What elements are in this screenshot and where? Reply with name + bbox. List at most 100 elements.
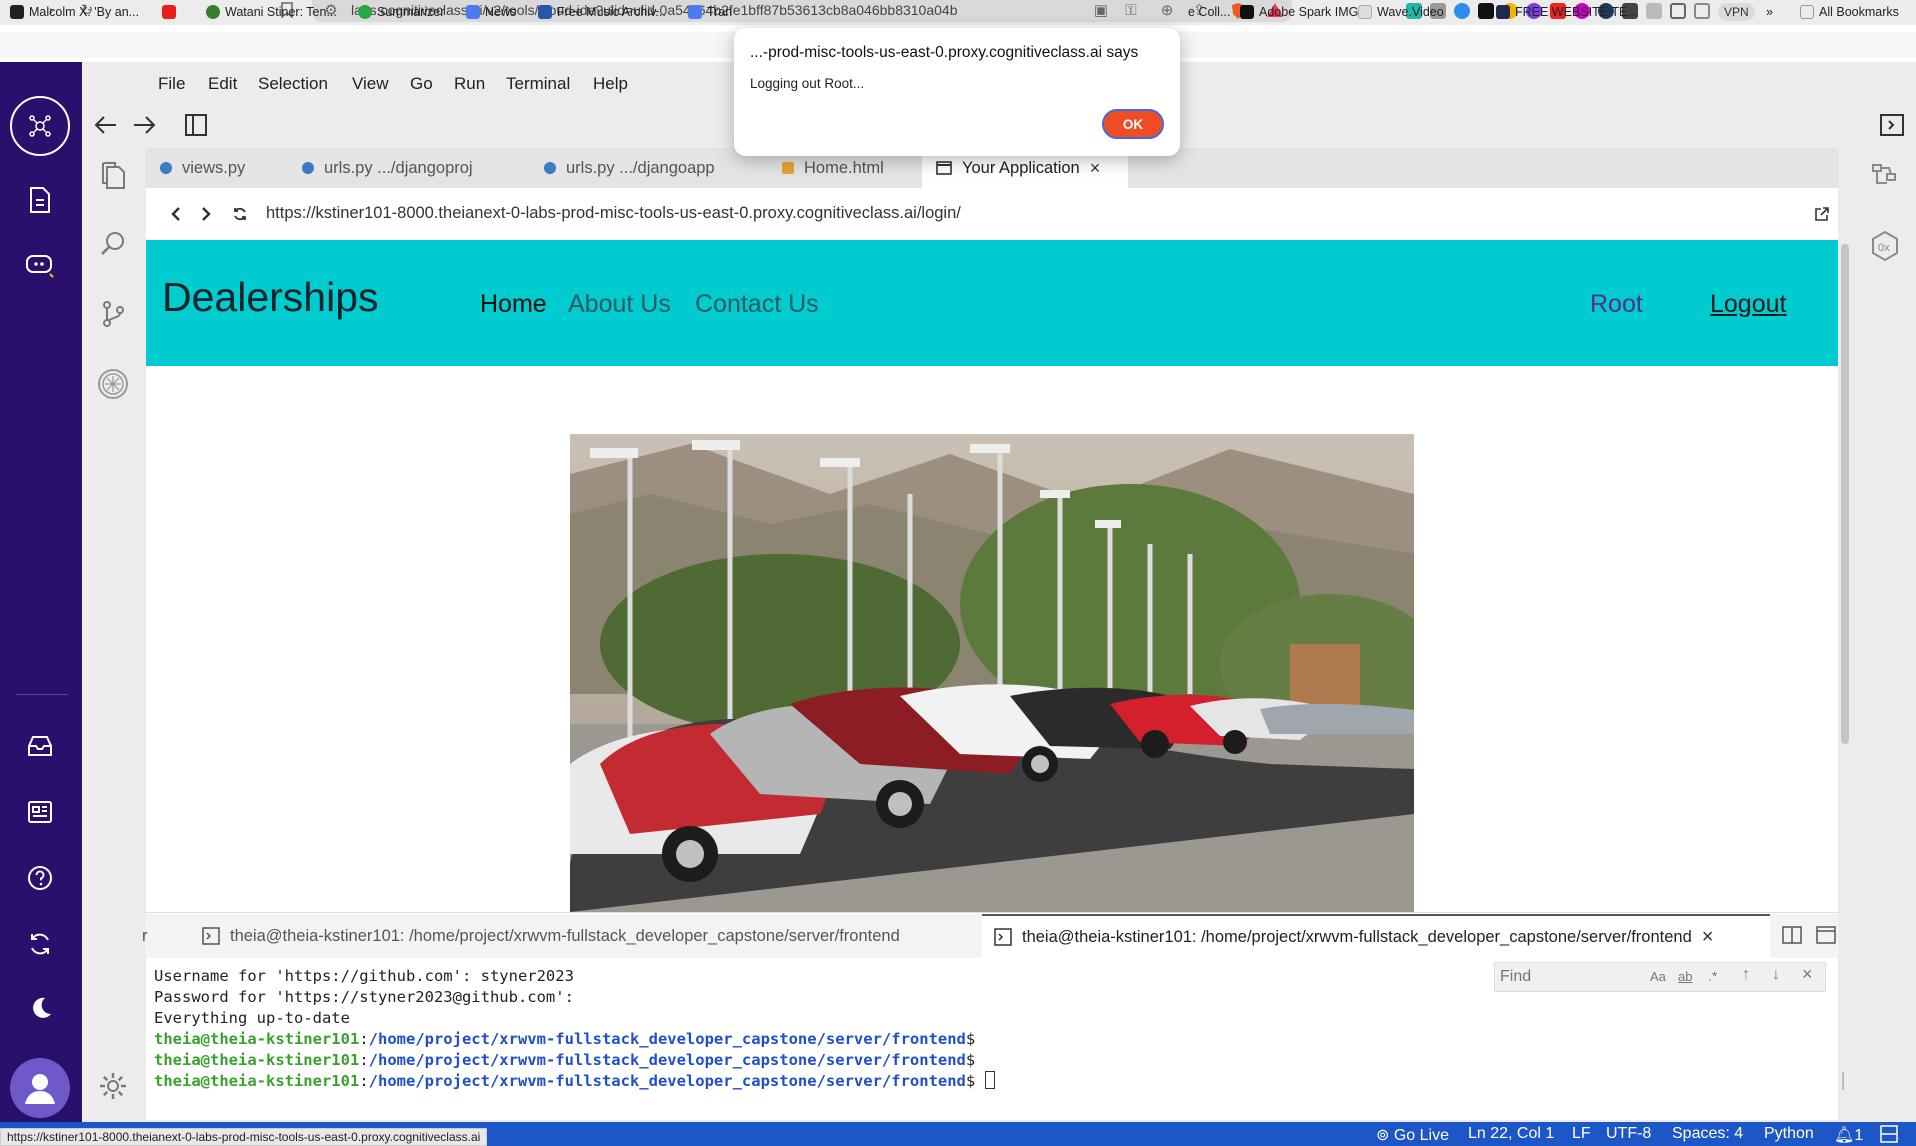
python-file-icon	[544, 162, 556, 174]
bookmark-item[interactable]: Malcolm X: 'By an...	[10, 5, 139, 19]
encoding[interactable]: UTF-8	[1606, 1125, 1651, 1143]
menu-selection[interactable]: Selection	[258, 74, 328, 94]
puzzle-icon[interactable]	[1646, 3, 1662, 19]
cursor-position[interactable]: Ln 22, Col 1	[1468, 1125, 1554, 1143]
menu-run[interactable]: Run	[454, 74, 485, 94]
terminal-tab-1[interactable]: theia@theia-kstiner101: /home/project/xr…	[190, 914, 980, 958]
nav-username[interactable]: Root	[1590, 290, 1643, 319]
close-find-icon[interactable]: ×	[1802, 964, 1813, 985]
go-live-button[interactable]: ⊚ Go Live	[1376, 1125, 1449, 1145]
menu-file[interactable]: File	[158, 74, 185, 94]
menu-view[interactable]: View	[352, 74, 389, 94]
rail-divider	[16, 694, 68, 695]
vpn-button[interactable]: VPN	[1718, 3, 1755, 21]
help-icon[interactable]	[20, 858, 60, 898]
bookmark-item[interactable]: e Coll...	[1188, 5, 1230, 19]
bookmark-item[interactable]: Summarizer	[358, 5, 444, 19]
search-icon[interactable]	[95, 226, 131, 262]
key-icon[interactable]: ⚿	[1122, 2, 1140, 20]
bookmark-item[interactable]: Wave.Video	[1358, 5, 1444, 19]
preview-forward-icon[interactable]	[200, 206, 212, 222]
nav-contact-us[interactable]: Contact Us	[695, 290, 819, 319]
terminal-tab-partial[interactable]: r	[140, 914, 162, 958]
bookmarks-overflow-button[interactable]: »	[1766, 5, 1773, 19]
nav-back-icon[interactable]	[94, 114, 118, 136]
bookmark-item[interactable]: Free Music Archiv...	[538, 5, 666, 19]
bell-icon: 🔔︎	[1834, 1127, 1855, 1144]
skills-network-toolbox-icon[interactable]	[95, 366, 131, 402]
terminal-tab-2[interactable]: theia@theia-kstiner101: /home/project/xr…	[982, 914, 1770, 958]
menu-help[interactable]: Help	[593, 74, 628, 94]
cast-icon[interactable]: ▣	[1092, 2, 1110, 20]
nav-home[interactable]: Home	[480, 290, 547, 319]
bookmark-item[interactable]: FREE WEBSITE TE...	[1496, 5, 1638, 19]
broadcast-icon: ⊚	[1376, 1127, 1390, 1144]
sidebar-icon[interactable]	[1670, 3, 1686, 19]
end-of-line[interactable]: LF	[1572, 1125, 1591, 1143]
maximize-panel-icon[interactable]	[1816, 926, 1836, 944]
close-tab-icon[interactable]: ×	[1090, 158, 1101, 179]
layout-icon[interactable]	[1880, 1125, 1898, 1143]
ok-button[interactable]: OK	[1102, 109, 1164, 139]
close-terminal-icon[interactable]: ×	[1702, 926, 1714, 949]
document-icon[interactable]	[20, 180, 60, 220]
tab-urls-djangoapp[interactable]: urls.py .../djangoapp	[530, 148, 766, 188]
regex-icon[interactable]: .*	[1708, 968, 1717, 984]
indentation[interactable]: Spaces: 4	[1672, 1125, 1743, 1143]
bookmark-item[interactable]: Watani Stiner: Ten...	[206, 5, 337, 19]
wallet-icon[interactable]	[1694, 3, 1710, 19]
toggle-panel-icon[interactable]	[1880, 114, 1904, 136]
menu-edit[interactable]: Edit	[208, 74, 237, 94]
find-previous-icon[interactable]: ↑	[1742, 966, 1750, 984]
menu-terminal[interactable]: Terminal	[506, 74, 570, 94]
outline-icon[interactable]	[1870, 162, 1900, 192]
bookmark-item[interactable]: Adobe Spark IMG...	[1240, 5, 1369, 19]
split-terminal-icon[interactable]	[1782, 926, 1802, 944]
language-mode[interactable]: Python	[1764, 1125, 1814, 1143]
nav-about-us[interactable]: About Us	[568, 290, 671, 319]
menu-go[interactable]: Go	[410, 74, 433, 94]
toggle-sidebar-icon[interactable]	[184, 113, 208, 137]
dialog-title: ...-prod-misc-tools-us-east-0.proxy.cogn…	[750, 44, 1139, 61]
find-input[interactable]	[1500, 966, 1650, 988]
open-external-icon[interactable]	[1814, 206, 1830, 222]
bookmark-item[interactable]: News	[466, 5, 516, 19]
terminal-output[interactable]: Username for 'https://github.com': styne…	[154, 966, 995, 1092]
nav-forward-icon[interactable]	[132, 114, 156, 136]
source-control-icon[interactable]	[95, 296, 131, 332]
newspaper-icon[interactable]	[20, 792, 60, 832]
python-file-icon	[302, 162, 314, 174]
nav-logout[interactable]: Logout	[1710, 290, 1786, 319]
terminal-line: Password for 'https://styner2023@github.…	[154, 988, 574, 1006]
settings-gear-icon[interactable]	[95, 1068, 131, 1104]
inbox-icon[interactable]	[20, 726, 60, 766]
refresh-icon[interactable]	[20, 924, 60, 964]
left-rail	[0, 62, 82, 1126]
preview-scroll-thumb[interactable]	[1841, 244, 1849, 744]
explorer-icon[interactable]	[95, 158, 131, 194]
match-whole-word-icon[interactable]: ab	[1678, 969, 1692, 984]
all-bookmarks-button[interactable]: All Bookmarks	[1800, 5, 1899, 19]
ai-chat-icon[interactable]	[20, 246, 60, 286]
find-next-icon[interactable]: ↓	[1772, 966, 1780, 984]
tab-urls-djangoproj[interactable]: urls.py .../djangoproj	[288, 148, 528, 188]
hex-debug-icon[interactable]: 0x	[1870, 230, 1900, 262]
user-avatar[interactable]	[10, 1058, 70, 1118]
notifications-button[interactable]: 🔔︎1	[1834, 1125, 1863, 1145]
preview-reload-icon[interactable]	[232, 206, 248, 222]
bookmark-item[interactable]	[162, 5, 176, 19]
skills-network-logo-icon[interactable]	[10, 96, 70, 156]
match-case-icon[interactable]: Aa	[1650, 969, 1666, 984]
python-file-icon	[160, 162, 172, 174]
site-brand[interactable]: Dealerships	[162, 274, 379, 321]
preview-url[interactable]: https://kstiner101-8000.theianext-0-labs…	[266, 204, 961, 223]
html-file-icon	[782, 162, 794, 174]
extension-icon[interactable]	[1478, 3, 1494, 19]
extension-icon[interactable]	[1454, 3, 1470, 19]
terminal-line: Username for 'https://github.com': styne…	[154, 967, 574, 985]
zoom-icon[interactable]: ⊕	[1158, 2, 1176, 20]
tab-views-py[interactable]: views.py	[146, 148, 286, 188]
dark-mode-icon[interactable]	[20, 988, 60, 1028]
preview-back-icon[interactable]	[170, 206, 182, 222]
bookmark-item[interactable]: Tran	[688, 5, 732, 19]
